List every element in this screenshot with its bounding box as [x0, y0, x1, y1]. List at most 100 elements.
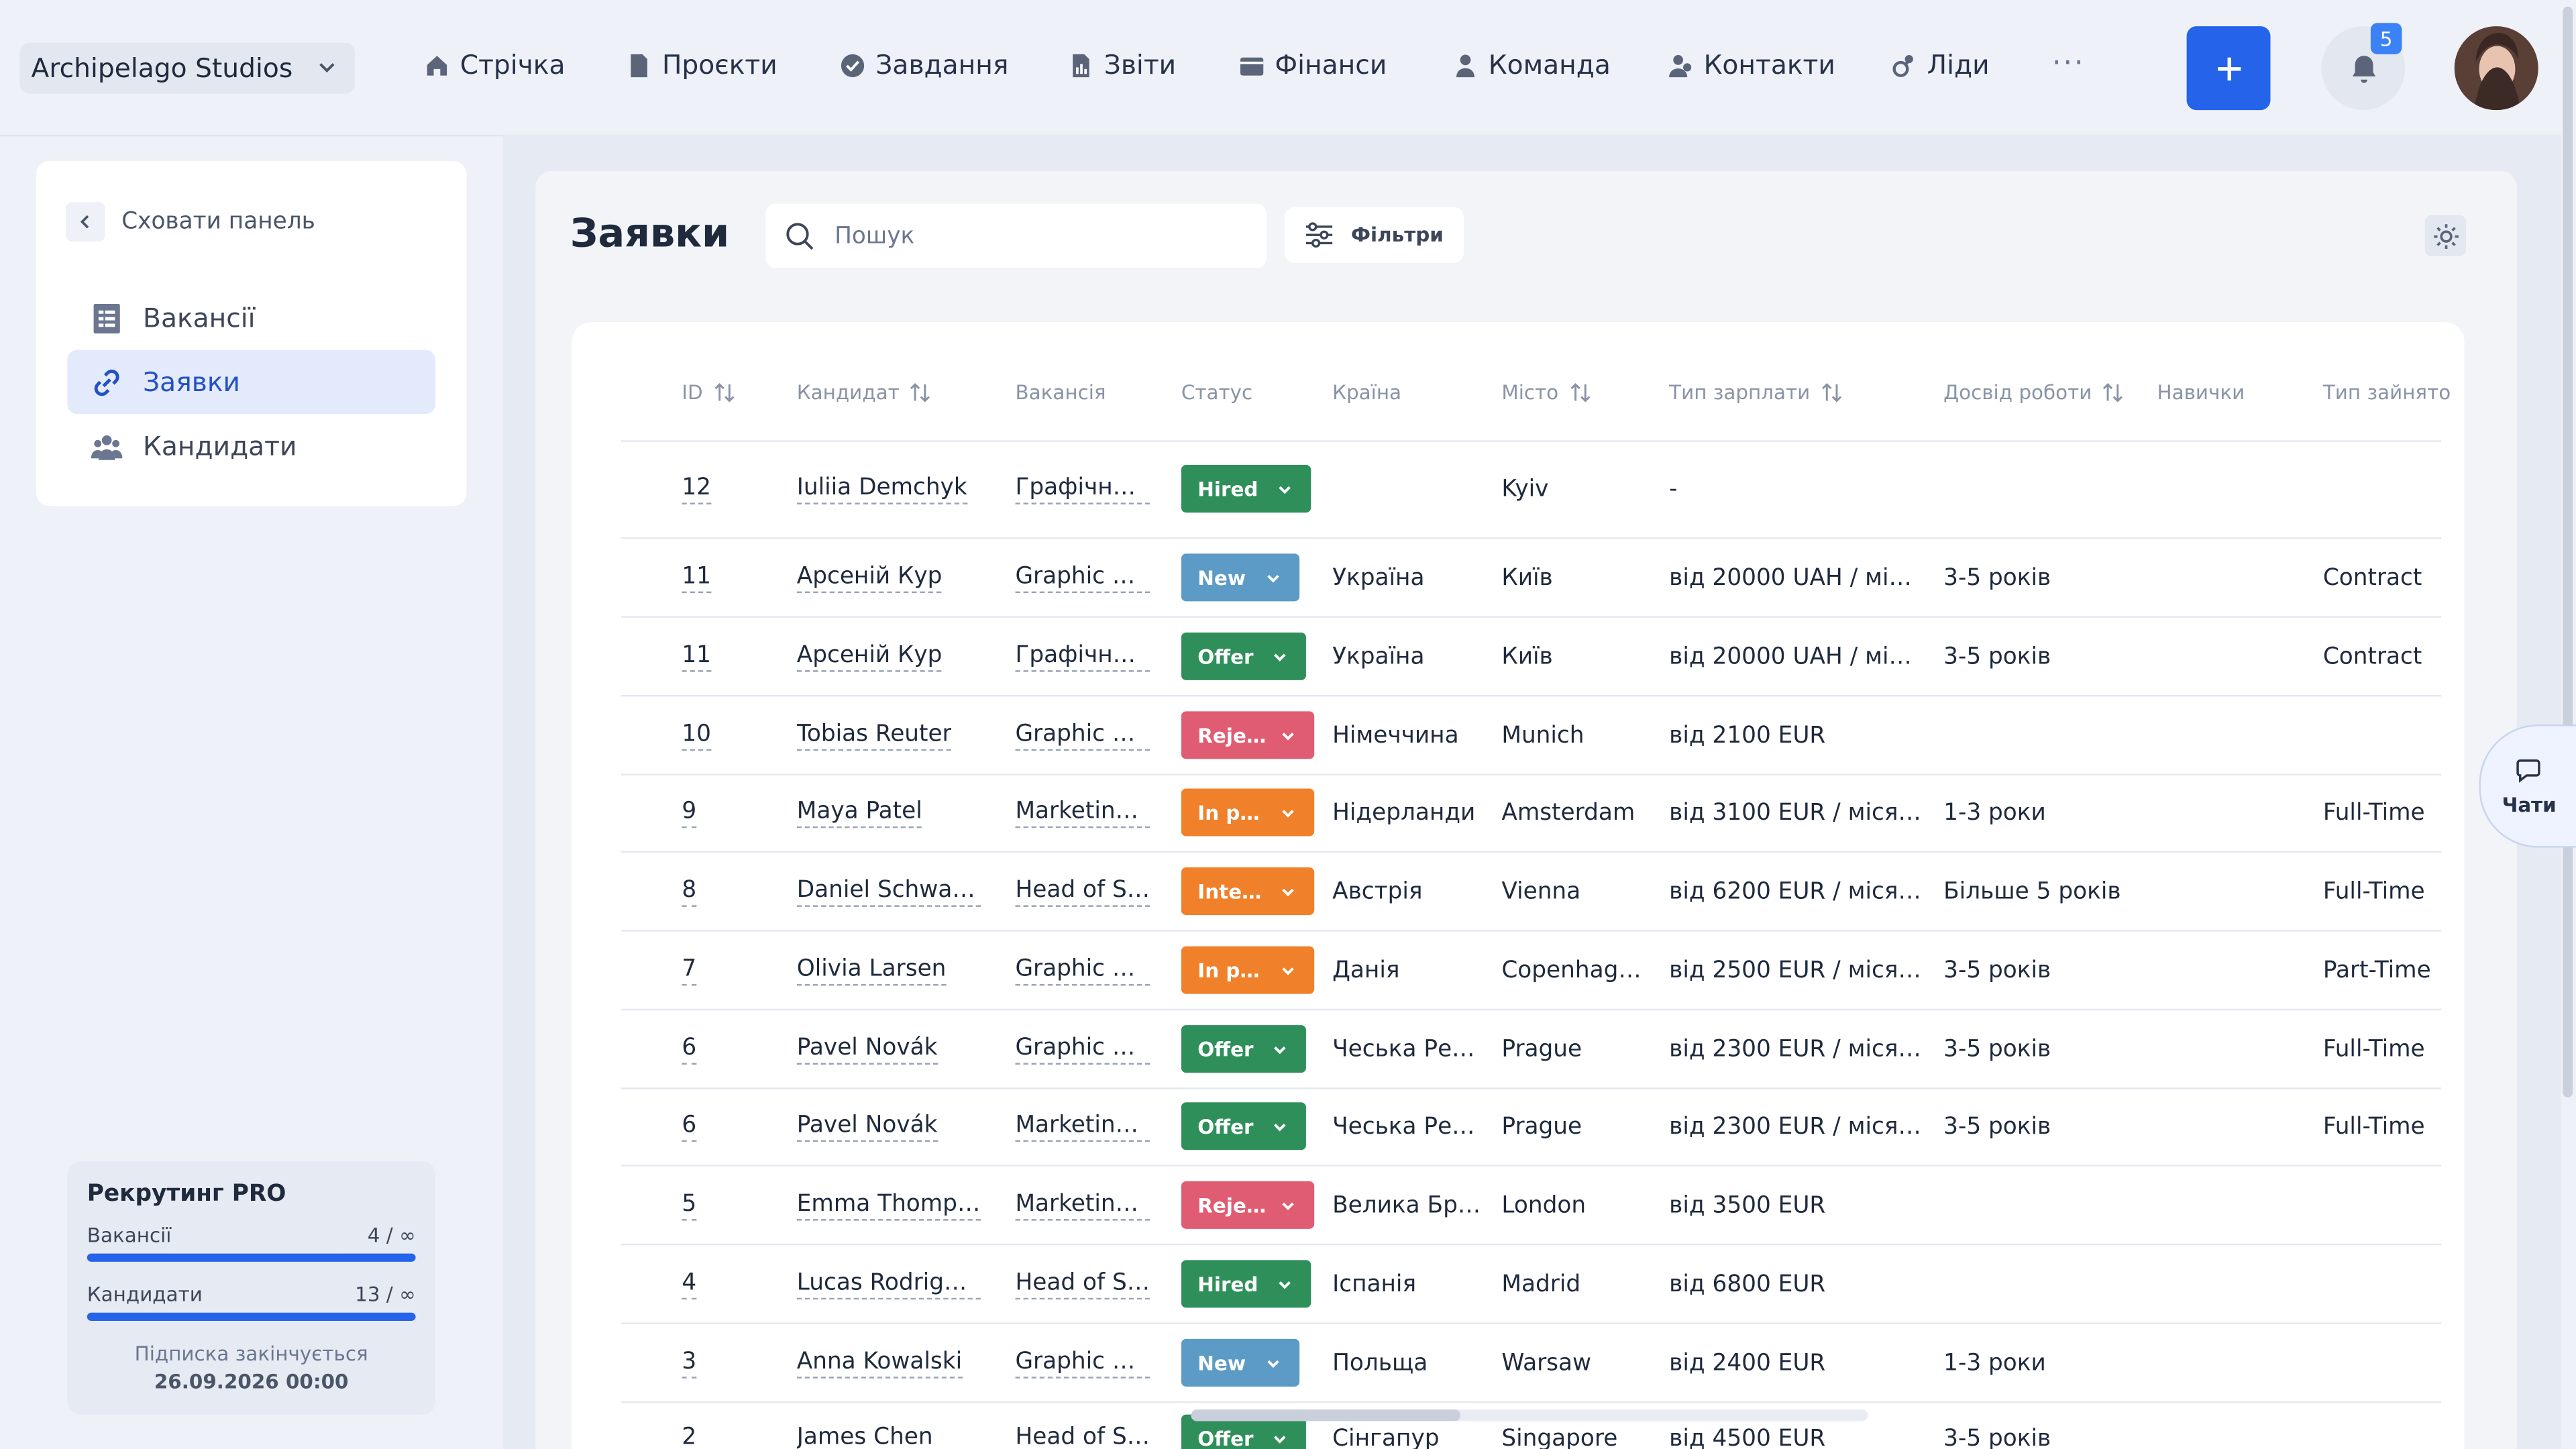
table-row[interactable]: 3 Anna Kowalski Graphic D… New Польща Warsaw в… — [572, 1324, 2464, 1401]
cell-candidate[interactable]: James Chen — [797, 1400, 991, 1449]
status-dropdown[interactable]: Inte… — [1181, 867, 1315, 916]
status-dropdown[interactable]: New — [1181, 553, 1300, 602]
vacancy-link[interactable]: Marketing … — [1015, 1112, 1150, 1141]
vacancy-link[interactable]: Графічний… — [1015, 474, 1150, 504]
add-button[interactable] — [2186, 26, 2271, 111]
table-row[interactable]: 10 Tobias Reuter Graphic D… Reje… Німеччина M… — [572, 696, 2464, 773]
vacancy-link[interactable]: Graphic D… — [1015, 720, 1150, 750]
status-dropdown[interactable]: Hired — [1181, 465, 1311, 513]
more-nav-button[interactable]: ··· — [2052, 46, 2085, 80]
nav-item-reports[interactable]: Звіти — [1068, 49, 1176, 80]
candidate-link[interactable]: Арсеній Кур — [796, 641, 943, 672]
cell-candidate[interactable]: Lucas Rodriguez — [796, 1245, 991, 1322]
candidate-link[interactable]: Daniel Schwartz — [796, 877, 981, 906]
cell-id[interactable]: 4 — [682, 1245, 747, 1322]
vacancy-link[interactable]: Graphic D… — [1015, 563, 1150, 592]
cell-id[interactable]: 11 — [682, 539, 747, 616]
status-dropdown[interactable]: New — [1181, 1338, 1300, 1387]
cell-candidate[interactable]: Арсеній Кур — [796, 539, 991, 616]
application-id-link[interactable]: 3 — [682, 1348, 697, 1378]
table-row[interactable]: 11 Арсеній Кур Графічний… Offer Україна Київ в… — [572, 618, 2464, 695]
company-selector[interactable]: Archipelago Studios — [19, 42, 355, 94]
status-dropdown[interactable]: In p… — [1181, 788, 1315, 837]
cell-vacancy[interactable]: Graphic D… — [1015, 1010, 1157, 1087]
sidebar-item-applications[interactable]: Заявки — [67, 350, 435, 415]
nav-item-projects[interactable]: Проєкти — [626, 49, 777, 80]
cell-candidate[interactable]: Maya Patel — [796, 773, 991, 851]
column-header-city[interactable]: Місто — [1501, 381, 1591, 404]
table-row[interactable]: 6 Pavel Novák Marketing … Offer Чеська Ре… Pr… — [572, 1087, 2464, 1165]
cell-vacancy[interactable]: Графічний… — [1015, 618, 1157, 695]
candidate-link[interactable]: Iuliia Demchyk — [796, 474, 967, 504]
vacancy-link[interactable]: Marketing … — [1015, 1190, 1150, 1220]
cell-candidate[interactable]: Iuliia Demchyk — [796, 450, 991, 527]
cell-candidate[interactable]: Anna Kowalski — [796, 1324, 991, 1401]
cell-status[interactable]: Hired — [1181, 1245, 1329, 1322]
cell-status[interactable]: Hired — [1181, 450, 1329, 527]
application-id-link[interactable]: 9 — [682, 798, 697, 828]
status-dropdown[interactable]: In p… — [1181, 946, 1315, 994]
application-id-link[interactable]: 6 — [682, 1112, 697, 1141]
status-dropdown[interactable]: Reje… — [1181, 711, 1315, 759]
column-header-salary-type[interactable]: Тип зарплати — [1669, 381, 1843, 404]
candidate-link[interactable]: Арсеній Кур — [796, 563, 943, 592]
application-id-link[interactable]: 2 — [682, 1424, 696, 1449]
cell-vacancy[interactable]: Head of Sa… — [1015, 853, 1157, 930]
vacancy-link[interactable]: Head of Sa… — [1015, 1269, 1150, 1299]
vacancy-link[interactable]: Head of Sa… — [1015, 1424, 1150, 1449]
status-dropdown[interactable]: Reje… — [1181, 1181, 1315, 1229]
nav-item-finance[interactable]: Фінанси — [1239, 49, 1387, 80]
table-row[interactable]: 8 Daniel Schwartz Head of Sa… Inte… Австрія V… — [572, 853, 2464, 930]
search-box[interactable] — [765, 203, 1267, 268]
status-dropdown[interactable]: Offer — [1181, 1025, 1306, 1073]
cell-vacancy[interactable]: Graphic D… — [1015, 1324, 1157, 1401]
status-dropdown[interactable]: Offer — [1181, 1102, 1306, 1150]
cell-status[interactable]: Reje… — [1181, 696, 1329, 773]
candidate-link[interactable]: Anna Kowalski — [796, 1348, 963, 1378]
candidate-link[interactable]: Pavel Novák — [796, 1112, 938, 1141]
cell-status[interactable]: Offer — [1181, 618, 1329, 695]
application-id-link[interactable]: 11 — [682, 563, 711, 592]
sidebar-item-vacancies[interactable]: Вакансії — [67, 286, 435, 350]
horizontal-scrollbar[interactable] — [1191, 1409, 1868, 1421]
nav-item-feed[interactable]: Стрічка — [424, 49, 565, 80]
cell-id[interactable]: 9 — [682, 773, 747, 851]
candidate-link[interactable]: Tobias Reuter — [796, 720, 952, 750]
cell-status[interactable]: In p… — [1181, 932, 1329, 1009]
cell-vacancy[interactable]: Graphic D… — [1015, 539, 1157, 616]
cell-status[interactable]: Inte… — [1181, 853, 1329, 930]
cell-id[interactable]: 3 — [682, 1324, 747, 1401]
application-id-link[interactable]: 8 — [682, 877, 697, 906]
vacancy-link[interactable]: Graphic D… — [1015, 1034, 1150, 1064]
application-id-link[interactable]: 6 — [682, 1034, 697, 1064]
cell-candidate[interactable]: Арсеній Кур — [796, 618, 991, 695]
application-id-link[interactable]: 5 — [682, 1190, 697, 1220]
cell-vacancy[interactable]: Marketing … — [1015, 1167, 1157, 1244]
nav-item-tasks[interactable]: Завдання — [839, 49, 1008, 80]
application-id-link[interactable]: 7 — [682, 955, 697, 985]
cell-id[interactable]: 6 — [682, 1087, 747, 1165]
user-avatar[interactable] — [2454, 26, 2538, 111]
application-id-link[interactable]: 11 — [682, 641, 711, 672]
cell-status[interactable]: Offer — [1181, 1400, 1329, 1449]
nav-item-team[interactable]: Команда — [1452, 49, 1611, 80]
cell-vacancy[interactable]: Head of Sa… — [1015, 1245, 1157, 1322]
cell-id[interactable]: 10 — [682, 696, 747, 773]
cell-status[interactable]: Offer — [1181, 1087, 1329, 1165]
scrollbar-thumb[interactable] — [1191, 1409, 1461, 1421]
column-header-candidate[interactable]: Кандидат — [797, 381, 932, 404]
cell-candidate[interactable]: Pavel Novák — [796, 1010, 991, 1087]
cell-candidate[interactable]: Tobias Reuter — [796, 696, 991, 773]
application-id-link[interactable]: 4 — [682, 1269, 697, 1299]
hide-panel-button[interactable]: Сховати панель — [65, 202, 315, 241]
candidate-link[interactable]: Lucas Rodriguez — [796, 1269, 981, 1299]
cell-status[interactable]: In p… — [1181, 773, 1329, 851]
candidate-link[interactable]: Maya Patel — [796, 798, 922, 828]
cell-status[interactable]: New — [1181, 539, 1329, 616]
table-settings-button[interactable] — [2424, 215, 2466, 257]
table-row[interactable]: 9 Maya Patel Marketing … In p… Нідерланди Ams… — [572, 773, 2464, 851]
table-row[interactable]: 5 Emma Thomps… Marketing … Reje… Велика Бр… L… — [572, 1167, 2464, 1244]
vacancy-link[interactable]: Графічний… — [1015, 641, 1150, 672]
status-dropdown[interactable]: Hired — [1181, 1260, 1311, 1308]
cell-id[interactable]: 11 — [682, 618, 747, 695]
